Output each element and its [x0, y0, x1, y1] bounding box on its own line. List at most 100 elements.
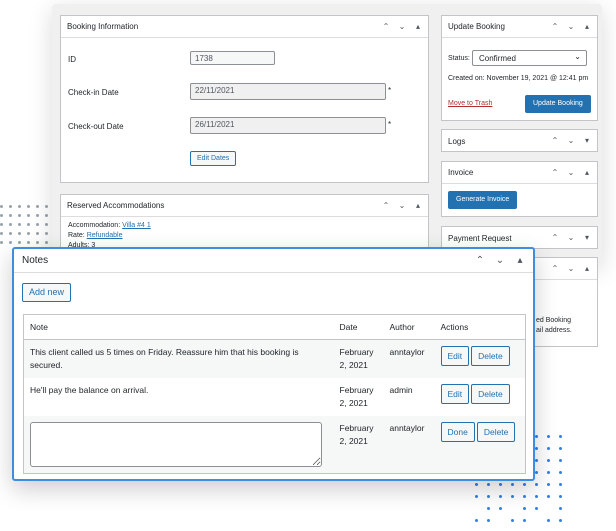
column-actions: Actions [434, 314, 526, 340]
decorative-dot [36, 223, 39, 226]
chevron-up-icon[interactable]: ⌃ [475, 255, 485, 266]
note-date: February 2, 2021 [339, 422, 374, 446]
done-button[interactable]: Done [440, 421, 475, 442]
decorative-dot [499, 495, 502, 498]
decorative-dot [535, 435, 538, 438]
checkout-required-mark: * [388, 120, 392, 129]
chevron-down-icon[interactable]: ⌄ [567, 137, 575, 145]
decorative-dot [559, 483, 562, 486]
decorative-dot [27, 232, 30, 235]
toggle-arrow-icon[interactable]: ▴ [583, 168, 591, 177]
edit-button[interactable]: Edit [440, 383, 470, 404]
decorative-dot [9, 241, 12, 244]
note-date: February 2, 2021 [339, 347, 374, 370]
decorative-dot [45, 223, 48, 226]
generate-invoice-button[interactable]: Generate Invoice [448, 191, 518, 209]
decorative-dot [487, 507, 490, 510]
decorative-dot [499, 483, 502, 486]
add-new-button[interactable]: Add new [22, 283, 72, 302]
toggle-arrow-icon[interactable]: ▴ [583, 264, 591, 273]
decorative-dot [511, 495, 514, 498]
note-author: anntaylor [389, 347, 425, 357]
decorative-dot [36, 232, 39, 235]
note-author: anntaylor [389, 422, 425, 433]
note-actions: Edit Delete [435, 340, 526, 378]
logs-title: Logs [448, 136, 466, 146]
decorative-dot [9, 214, 12, 217]
accommodation-link[interactable]: Villa #4 1 [122, 222, 151, 229]
chevron-down-icon[interactable]: ⌄ [495, 255, 505, 266]
decorative-dot [547, 495, 550, 498]
decorative-dot [547, 459, 550, 462]
admin-background: Booking Information ⌃ ⌄ ▴ ID 1738 Check-… [52, 4, 602, 347]
rate-label: Rate: [68, 232, 85, 239]
delete-button[interactable]: Delete [476, 421, 516, 442]
table-row: February 2, 2021 anntaylor Done Delete [23, 415, 526, 474]
decorative-dot [36, 214, 39, 217]
decorative-dot [18, 223, 21, 226]
update-booking-button[interactable]: Update Booking [525, 95, 591, 113]
chevron-down-icon[interactable]: ⌄ [398, 22, 406, 31]
decorative-dot [511, 519, 514, 522]
decorative-dot [487, 483, 490, 486]
id-field[interactable]: 1738 [190, 51, 275, 65]
decorative-dot [0, 232, 3, 235]
chevron-up-icon[interactable]: ⌃ [551, 168, 559, 177]
chevron-up-icon[interactable]: ⌃ [382, 201, 390, 210]
chevron-up-icon[interactable]: ⌃ [382, 22, 390, 31]
decorative-dot [45, 232, 48, 235]
decorative-dot [559, 507, 562, 510]
chevron-down-icon[interactable]: ⌄ [567, 168, 575, 177]
logs-box: Logs ⌃ ⌄ ▾ [441, 129, 598, 152]
toggle-arrow-icon[interactable]: ▴ [414, 201, 422, 210]
toggle-arrow-icon[interactable]: ▴ [414, 22, 422, 31]
chevron-up-icon[interactable]: ⌃ [551, 137, 559, 145]
notes-table: Note Date Author Actions This client cal… [23, 314, 526, 474]
chevron-down-icon[interactable]: ⌄ [567, 22, 575, 31]
toggle-arrow-icon[interactable]: ▴ [583, 22, 591, 31]
edit-dates-button[interactable]: Edit Dates [190, 151, 237, 166]
decorative-dot [36, 205, 39, 208]
booking-information-box: Booking Information ⌃ ⌄ ▴ ID 1738 Check-… [60, 15, 429, 183]
decorative-dot [547, 471, 550, 474]
decorative-dot [9, 232, 12, 235]
payment-request-title: Payment Request [448, 233, 512, 243]
column-author: Author [383, 314, 435, 340]
chevron-up-icon[interactable]: ⌃ [551, 22, 559, 31]
decorative-dot [45, 205, 48, 208]
chevron-up-icon[interactable]: ⌃ [551, 234, 559, 242]
toggle-arrow-icon[interactable]: ▾ [583, 234, 591, 242]
checkin-field[interactable]: 22/11/2021 [190, 83, 386, 100]
decorative-dot [547, 447, 550, 450]
booking-information-header: Booking Information ⌃ ⌄ ▴ [61, 16, 428, 38]
decorative-dot [523, 507, 526, 510]
decorative-dot [0, 214, 3, 217]
note-edit-cell [24, 416, 334, 474]
rate-link[interactable]: Refundable [87, 232, 123, 239]
decorative-dot [559, 447, 562, 450]
toggle-arrow-icon[interactable]: ▾ [583, 137, 591, 145]
decorative-dot [559, 495, 562, 498]
chevron-down-icon[interactable]: ⌄ [567, 264, 575, 273]
decorative-dot [559, 459, 562, 462]
move-to-trash-link[interactable]: Move to Trash [448, 100, 492, 107]
toggle-arrow-icon[interactable]: ▴ [515, 255, 525, 266]
chevron-down-icon[interactable]: ⌄ [398, 201, 406, 210]
decorative-dot [18, 214, 21, 217]
delete-button[interactable]: Delete [471, 346, 510, 366]
checkout-field[interactable]: 26/11/2021 [190, 117, 386, 134]
chevron-down-icon[interactable]: ⌄ [567, 234, 575, 242]
note-actions: Done Delete [435, 416, 526, 474]
delete-button[interactable]: Delete [471, 383, 510, 404]
decorative-dot [523, 495, 526, 498]
note-textarea[interactable] [30, 421, 322, 467]
status-select[interactable]: Confirmed ⌄ [472, 50, 587, 66]
decorative-dot [36, 241, 39, 244]
decorative-dot [487, 519, 490, 522]
column-date: Date [333, 314, 384, 340]
status-label: Status: [448, 55, 470, 62]
accommodation-line: Accommodation: Villa #4 1 [68, 221, 151, 231]
edit-button[interactable]: Edit [440, 346, 470, 366]
invoice-box: Invoice ⌃ ⌄ ▴ Generate Invoice [441, 161, 598, 217]
chevron-up-icon[interactable]: ⌃ [551, 264, 559, 273]
